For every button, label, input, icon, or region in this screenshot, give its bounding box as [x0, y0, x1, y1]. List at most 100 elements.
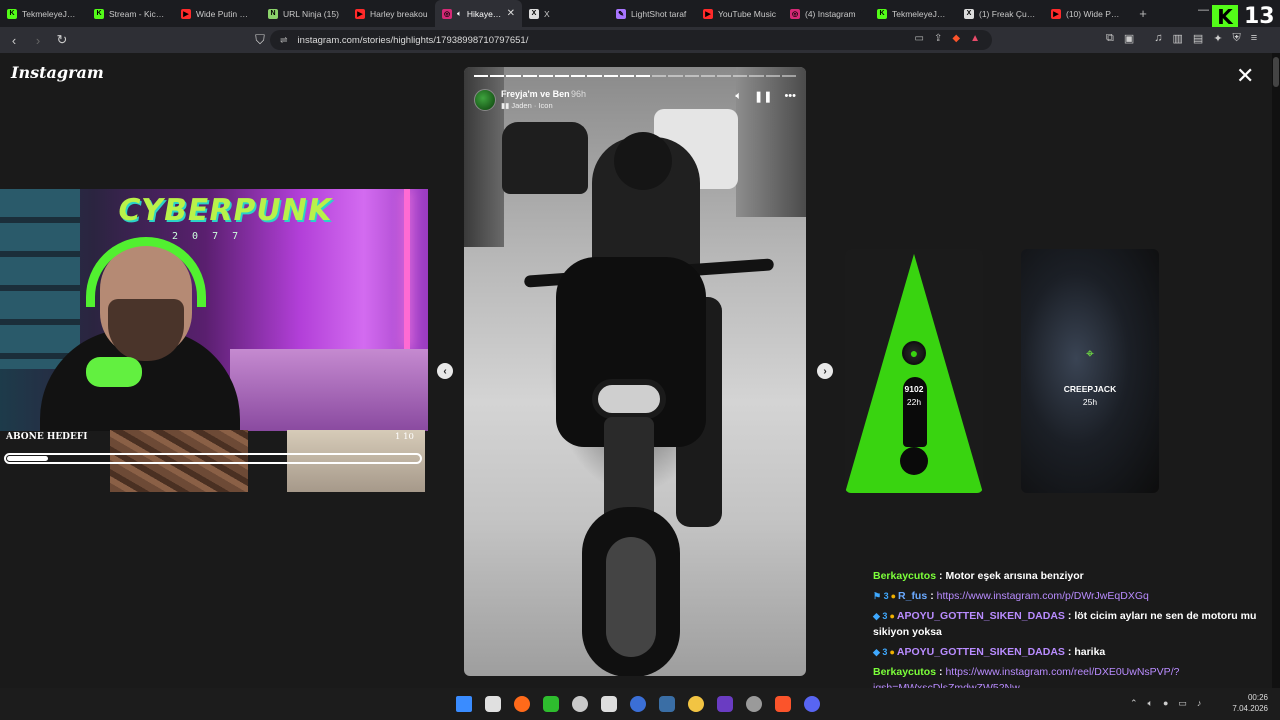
story-username[interactable]: Freyja'm ve Ben — [501, 89, 570, 99]
browser-tab[interactable]: K TekmeleyeJack — [870, 0, 957, 27]
tab-audio-icon[interactable]: 🔈︎ — [457, 9, 462, 19]
tab-title: Hikayeler — [466, 8, 502, 19]
leo-icon[interactable]: ✦ — [1213, 32, 1222, 45]
scrollbar-thumb[interactable] — [1273, 57, 1279, 87]
browser-tab[interactable]: K TekmeleyeJack — [0, 0, 87, 27]
reload-icon[interactable]: ↻ — [52, 32, 72, 48]
system-clock[interactable]: 00:26 7.04.2026 — [1232, 692, 1268, 714]
bookmark-icon[interactable]: ⛉ — [250, 32, 270, 48]
browser-tab[interactable]: ▶ Wide Putin walk — [174, 0, 261, 27]
story-photo-headlight — [592, 379, 666, 419]
steam-icon[interactable] — [659, 696, 675, 712]
chat-message: Berkaycutos: Motor eşek arısına benziyor — [873, 568, 1273, 584]
extensions-icon[interactable]: ⧉ — [1106, 32, 1114, 45]
pause-icon[interactable]: ❚❚ — [754, 90, 772, 103]
story-frame[interactable]: Freyja'm ve Ben 96h ▮▮ Jaden · Icon 🔈︎ ❚… — [464, 67, 806, 676]
browser-tab[interactable]: XX — [522, 0, 609, 27]
browser-orange-icon[interactable] — [514, 696, 530, 712]
close-icon[interactable]: ✕ — [1236, 65, 1254, 87]
chat-badges: ⚑ 3 — [873, 591, 889, 601]
browser-tab[interactable]: ▶ YouTube Music — [696, 0, 783, 27]
story-progress-segment — [684, 75, 699, 77]
tab-title: (1) Freak Çukur — [979, 8, 1037, 19]
vpn-icon[interactable]: ⛨ — [1233, 32, 1241, 45]
discord-icon[interactable] — [804, 696, 820, 712]
url-field[interactable]: ⇌ instagram.com/stories/highlights/17938… — [270, 30, 992, 50]
tray-volume-icon[interactable]: ♪ — [1197, 698, 1202, 709]
cyberpunk-poster-subtitle: 2 0 7 7 — [172, 231, 243, 242]
avatar[interactable] — [474, 89, 496, 111]
highlight-preview-9102[interactable]: ● 9102 22h — [845, 249, 983, 493]
brave-icon[interactable] — [775, 696, 791, 712]
share-icon[interactable]: ⇪ — [934, 33, 942, 44]
volume-icon[interactable]: 🔈︎ — [735, 90, 742, 103]
scrollbar[interactable] — [1272, 53, 1280, 688]
chat-username[interactable]: R_fus — [898, 590, 927, 602]
story-progress-segment — [700, 75, 716, 77]
clock-date: 7.04.2026 — [1232, 704, 1268, 713]
next-story-button[interactable]: › — [817, 363, 833, 379]
webcam-overlay: CYBERPUNK 2 0 7 7 — [0, 189, 428, 431]
wallet-icon[interactable]: ▤ — [1193, 32, 1203, 45]
instagram-logo[interactable]: Instagram — [11, 63, 104, 82]
new-tab-button[interactable]: + — [1131, 6, 1155, 21]
chat-message: ◆ 3 ● APOYU_GOTTEN_SIKEN_DADAS: löt cicim … — [873, 608, 1273, 640]
back-icon[interactable]: ‹ — [4, 33, 24, 48]
browser-tab[interactable]: X (1) Freak Çukur — [957, 0, 1044, 27]
story-audio-label[interactable]: ▮▮ Jaden · Icon — [501, 101, 553, 110]
sidebar-icon[interactable]: ▥ — [1173, 32, 1183, 45]
story-progress-segment — [603, 75, 618, 77]
notes-icon[interactable] — [572, 696, 588, 712]
site-info-icon[interactable]: ⇌ — [280, 35, 288, 46]
file-explorer-icon[interactable] — [485, 696, 501, 712]
app-blue-icon[interactable] — [630, 696, 646, 712]
audio-bars-icon: ▮▮ — [501, 101, 512, 110]
settings-icon[interactable] — [746, 696, 762, 712]
highlight-preview-creepjack[interactable]: ⌖ CREEPJACK 25h — [1021, 249, 1159, 493]
previous-story-button[interactable]: ‹ — [437, 363, 453, 379]
tray-display-icon[interactable]: ▭ — [1178, 698, 1187, 709]
menu-icon[interactable]: ≡ — [1251, 32, 1257, 45]
brave-shield-icon[interactable]: ◆ — [952, 33, 960, 44]
chat-username[interactable]: Berkaycutos — [873, 666, 936, 678]
tab-favicon-icon: X — [529, 8, 539, 19]
brave-rewards-icon[interactable]: ▲ — [970, 33, 980, 44]
folder-icon[interactable] — [688, 696, 704, 712]
browser-tab[interactable]: ◎ 🔈︎ Hikayeler ✕ — [435, 0, 522, 27]
story-progress-segment — [555, 75, 570, 77]
kick-viewer-count: 13 — [1244, 4, 1275, 29]
story-photo-rider-head — [614, 132, 672, 190]
windows-icon[interactable] — [456, 696, 472, 712]
chat-username[interactable]: APOYU_GOTTEN_SIKEN_DADAS — [897, 610, 1065, 622]
browser-tab[interactable]: K Stream - Kick D — [87, 0, 174, 27]
chat-username[interactable]: Berkaycutos — [873, 570, 936, 582]
tab-favicon-icon: ▶ — [1051, 8, 1061, 19]
windows-taskbar: ⌃ 🔈︎ ● ▭ ♪ 00:26 7.04.2026 — [0, 688, 1280, 720]
tray-chevron-icon[interactable]: ⌃ — [1130, 698, 1138, 709]
music-icon[interactable]: ♫ — [1154, 32, 1162, 45]
browser-tab[interactable]: ◎ (4) Instagram — [783, 0, 870, 27]
tray-speaker-icon[interactable]: 🔈︎ — [1148, 698, 1153, 709]
minimize-icon[interactable]: — — [1198, 4, 1209, 16]
preview-name: CREEPJACK — [1063, 384, 1117, 394]
screenshot-icon[interactable]: ▣ — [1124, 32, 1134, 45]
browser-tab[interactable]: ▶ (10) Wide Putin — [1044, 0, 1131, 27]
cast-icon[interactable]: ▭ — [915, 33, 924, 44]
browser-tab[interactable]: N URL Ninja (15) — [261, 0, 348, 27]
browser-tab[interactable]: ▶ Harley breakou — [348, 0, 435, 27]
story-progress-segment — [781, 75, 797, 77]
forward-icon[interactable]: › — [28, 33, 48, 48]
epic-games-icon[interactable] — [601, 696, 617, 712]
chat-username[interactable]: APOYU_GOTTEN_SIKEN_DADAS — [897, 646, 1065, 658]
tab-title: TekmeleyeJack — [892, 8, 950, 19]
tray-mic-icon[interactable]: ● — [1163, 698, 1168, 709]
chat-link[interactable]: https://www.instagram.com/p/DWrJwEqDXGq — [937, 590, 1149, 602]
story-progress — [474, 75, 797, 77]
xbox-icon[interactable] — [543, 696, 559, 712]
more-options-icon[interactable]: ••• — [784, 90, 796, 103]
browser-tab[interactable]: ✎ LightShot taraf — [609, 0, 696, 27]
bed — [230, 349, 428, 431]
tab-close-icon[interactable]: ✕ — [507, 8, 515, 19]
story-progress-segment — [474, 75, 489, 77]
obs-icon[interactable] — [717, 696, 733, 712]
